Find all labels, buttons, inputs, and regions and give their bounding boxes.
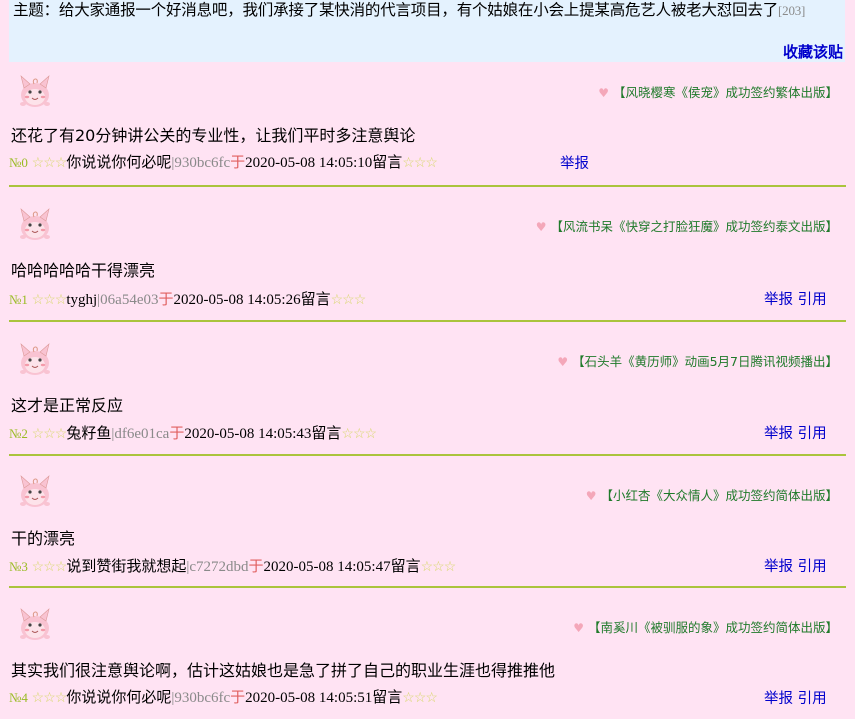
ad-text: 【风晓樱寒《侯宠》成功签约繁体出版】 bbox=[612, 85, 838, 100]
post-suffix: 留言 bbox=[372, 690, 403, 706]
report-button[interactable]: 举报 bbox=[764, 691, 793, 707]
post-meta: №1 ☆☆☆tyghj|06a54e03于2020-05-08 14:05:26… bbox=[9, 288, 367, 309]
report-button[interactable]: 举报 bbox=[764, 559, 793, 575]
stars-icon: ☆☆☆ bbox=[341, 427, 377, 442]
post-meta: №0 ☆☆☆你说说你何必呢|930bc6fc于2020-05-08 14:05:… bbox=[9, 151, 438, 172]
at-label: 于 bbox=[158, 292, 174, 308]
post-actions: 举报 引用 bbox=[764, 422, 827, 443]
post-actions: 举报 bbox=[560, 152, 589, 173]
stars-icon: ☆☆☆ bbox=[31, 293, 68, 308]
post-suffix: 留言 bbox=[372, 155, 403, 171]
ad-link[interactable]: ♥ 【风晓樱寒《侯宠》成功签约繁体出版】 bbox=[598, 82, 838, 101]
quote-button[interactable]: 引用 bbox=[798, 426, 827, 442]
ad-text: 【南奚川《被驯服的象》成功签约简体出版】 bbox=[587, 620, 838, 635]
post-time: 2020-05-08 14:05:47 bbox=[263, 559, 391, 575]
topic-header: 主题：给大家通报一个好消息吧，我们承接了某快消的代言项目，有个姑娘在小会上提某高… bbox=[9, 0, 845, 62]
stars-icon: ☆☆☆ bbox=[31, 427, 68, 442]
author-name: 兔籽鱼 bbox=[66, 426, 112, 442]
at-label: 于 bbox=[230, 690, 246, 706]
post-content: 其实我们很注意舆论啊，估计这姑娘也是急了拼了自己的职业生涯也得推推他 bbox=[11, 661, 556, 680]
report-button[interactable]: 举报 bbox=[764, 292, 793, 308]
stars-icon: ☆☆☆ bbox=[420, 560, 457, 575]
post-suffix: 留言 bbox=[311, 426, 342, 442]
avatar-icon bbox=[15, 205, 55, 243]
ad-link[interactable]: ♥ 【南奚川《被驯服的象》成功签约简体出版】 bbox=[573, 617, 838, 636]
stars-icon: ☆☆☆ bbox=[402, 691, 438, 706]
post-suffix: 留言 bbox=[300, 292, 331, 308]
ad-link[interactable]: ♥ 【小红杏《大众情人》成功签约简体出版】 bbox=[586, 485, 838, 504]
post-content: 还花了有20分钟讲公关的专业性，让我们平时多注意舆论 bbox=[11, 126, 416, 145]
at-label: 于 bbox=[230, 155, 246, 171]
post-suffix: 留言 bbox=[390, 559, 421, 575]
ad-text: 【风流书呆《快穿之打脸狂魔》成功签约泰文出版】 bbox=[550, 219, 838, 234]
stars-icon: ☆☆☆ bbox=[31, 560, 68, 575]
at-label: 于 bbox=[248, 559, 264, 575]
reply-count: [203] bbox=[778, 3, 806, 18]
post-time: 2020-05-08 14:05:51 bbox=[245, 690, 373, 706]
quote-button[interactable]: 引用 bbox=[798, 691, 827, 707]
post-actions: 举报 引用 bbox=[764, 555, 827, 576]
post-meta: №3 ☆☆☆说到赞街我就想起|c7272dbd于2020-05-08 14:05… bbox=[9, 555, 457, 576]
post-2: ♥ 【石头羊《黄历师》动画5月7日腾讯视频播出】 这才是正常反应 №2 ☆☆☆兔籽… bbox=[9, 322, 846, 456]
post-number: №1 bbox=[9, 292, 28, 307]
report-button[interactable]: 举报 bbox=[560, 156, 589, 172]
post-meta: №4 ☆☆☆你说说你何必呢|930bc6fc于2020-05-08 14:05:… bbox=[9, 686, 438, 707]
post-time: 2020-05-08 14:05:43 bbox=[184, 426, 312, 442]
post-number: №4 bbox=[9, 690, 28, 705]
post-number: №3 bbox=[9, 559, 28, 574]
author-name: 你说说你何必呢 bbox=[66, 690, 172, 706]
heart-icon: ♥ bbox=[535, 220, 547, 234]
heart-icon: ♥ bbox=[573, 621, 584, 635]
stars-icon: ☆☆☆ bbox=[330, 293, 367, 308]
heart-icon: ♥ bbox=[598, 86, 609, 100]
post-4: ♥ 【南奚川《被驯服的象》成功签约简体出版】 其实我们很注意舆论啊，估计这姑娘也是… bbox=[9, 588, 846, 719]
post-meta: №2 ☆☆☆兔籽鱼|df6e01ca于2020-05-08 14:05:43留言… bbox=[9, 422, 377, 443]
post-time: 2020-05-08 14:05:26 bbox=[173, 292, 301, 308]
avatar-icon bbox=[15, 605, 55, 643]
avatar-icon bbox=[15, 340, 55, 378]
quote-button[interactable]: 引用 bbox=[798, 292, 827, 308]
post-number: №2 bbox=[9, 426, 28, 441]
author-name: tyghj bbox=[66, 292, 98, 308]
heart-icon: ♥ bbox=[585, 489, 597, 503]
post-content: 这才是正常反应 bbox=[11, 396, 124, 415]
author-hash: |930bc6fc bbox=[171, 155, 231, 171]
author-hash: |df6e01ca bbox=[111, 426, 170, 442]
author-hash: |06a54e03 bbox=[97, 292, 159, 308]
post-actions: 举报 引用 bbox=[764, 687, 827, 708]
post-0: ♥ 【风晓樱寒《侯宠》成功签约繁体出版】 还花了有20分钟讲公关的专业性，让我们平… bbox=[9, 62, 846, 187]
ad-link[interactable]: ♥ 【风流书呆《快穿之打脸狂魔》成功签约泰文出版】 bbox=[536, 216, 838, 235]
post-actions: 举报 引用 bbox=[764, 288, 827, 309]
quote-button[interactable]: 引用 bbox=[798, 559, 827, 575]
post-number: №0 bbox=[9, 155, 28, 170]
ad-link[interactable]: ♥ 【石头羊《黄历师》动画5月7日腾讯视频播出】 bbox=[557, 351, 838, 370]
topic-title: 主题：给大家通报一个好消息吧，我们承接了某快消的代言项目，有个姑娘在小会上提某高… bbox=[13, 0, 843, 21]
favorite-button[interactable]: 收藏该贴 bbox=[783, 41, 843, 62]
report-button[interactable]: 举报 bbox=[764, 426, 793, 442]
author-hash: |930bc6fc bbox=[171, 690, 231, 706]
avatar-icon bbox=[15, 472, 55, 510]
heart-icon: ♥ bbox=[557, 355, 569, 369]
at-label: 于 bbox=[169, 426, 185, 442]
post-content: 干的漂亮 bbox=[11, 529, 76, 548]
post-3: ♥ 【小红杏《大众情人》成功签约简体出版】 干的漂亮 №3 ☆☆☆说到赞街我就想起… bbox=[9, 456, 846, 588]
stars-icon: ☆☆☆ bbox=[402, 156, 438, 171]
avatar-icon bbox=[15, 72, 55, 110]
author-name: 说到赞街我就想起 bbox=[66, 559, 187, 575]
post-1: ♥ 【风流书呆《快穿之打脸狂魔》成功签约泰文出版】 哈哈哈哈哈干得漂亮 №1 ☆☆… bbox=[9, 187, 846, 322]
topic-text: 主题：给大家通报一个好消息吧，我们承接了某快消的代言项目，有个姑娘在小会上提某高… bbox=[13, 1, 779, 19]
post-time: 2020-05-08 14:05:10 bbox=[245, 155, 373, 171]
stars-icon: ☆☆☆ bbox=[31, 156, 68, 171]
ad-text: 【石头羊《黄历师》动画5月7日腾讯视频播出】 bbox=[572, 354, 838, 369]
post-content: 哈哈哈哈哈干得漂亮 bbox=[11, 261, 156, 280]
author-name: 你说说你何必呢 bbox=[66, 155, 172, 171]
author-hash: |c7272dbd bbox=[186, 559, 249, 575]
ad-text: 【小红杏《大众情人》成功签约简体出版】 bbox=[600, 488, 838, 503]
stars-icon: ☆☆☆ bbox=[31, 691, 68, 706]
